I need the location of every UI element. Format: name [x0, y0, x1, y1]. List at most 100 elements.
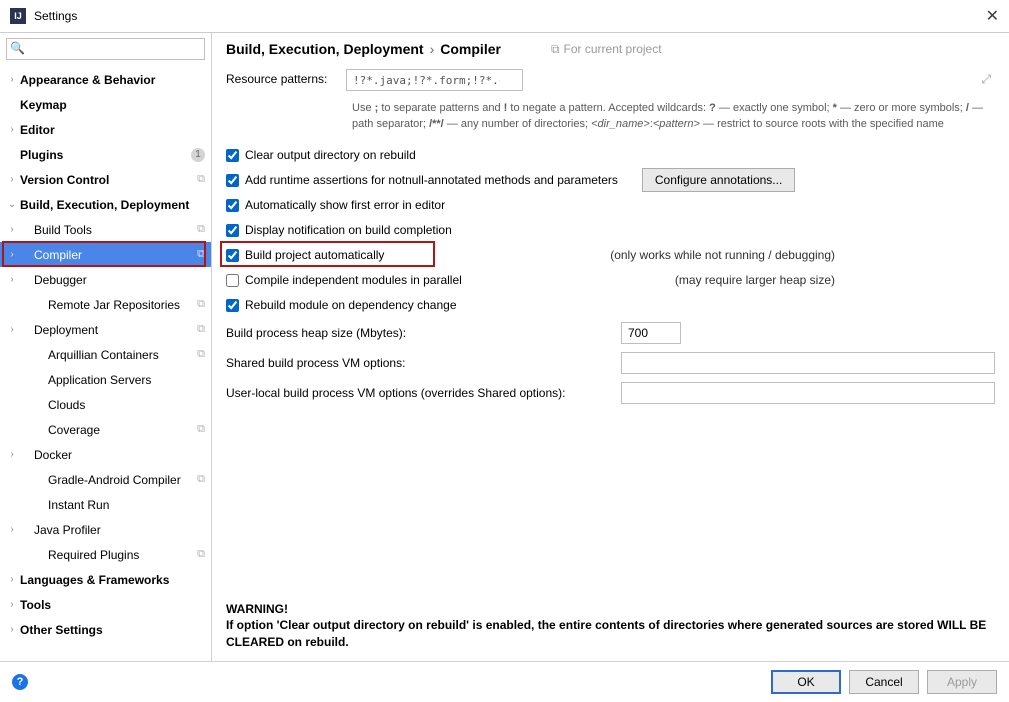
user-vm-input[interactable] [621, 382, 995, 404]
chevron-icon: › [6, 274, 18, 285]
sidebar: 🔍 ›Appearance & BehaviorKeymap›EditorPlu… [0, 33, 212, 661]
sidebar-item-label: Docker [34, 448, 205, 462]
chevron-icon: › [6, 449, 18, 460]
sidebar-item-label: Tools [20, 598, 205, 612]
sidebar-item-label: Compiler [34, 248, 193, 262]
sidebar-item-deployment[interactable]: › Deployment ⧉ [0, 317, 211, 342]
sidebar-item-label: Debugger [34, 273, 205, 287]
configure-annotations-button[interactable]: Configure annotations... [642, 168, 795, 192]
sidebar-item-label: Application Servers [48, 373, 205, 387]
settings-tree[interactable]: ›Appearance & BehaviorKeymap›EditorPlugi… [0, 65, 211, 661]
sidebar-item-version-control[interactable]: ›Version Control ⧉ [0, 167, 211, 192]
add-runtime-assertions-checkbox[interactable] [226, 174, 239, 187]
rebuild-on-dep-change-checkbox[interactable] [226, 299, 239, 312]
main-panel: Build, Execution, Deployment›Compiler ⧉ … [212, 33, 1009, 661]
sidebar-item-instant-run[interactable]: Instant Run [0, 492, 211, 517]
chevron-icon: › [6, 249, 18, 260]
badge: 1 [191, 148, 205, 162]
shared-vm-label: Shared build process VM options: [226, 356, 611, 370]
rebuild-on-dep-change-label: Rebuild module on dependency change [245, 298, 457, 312]
for-current-project: ⧉ For current project [551, 42, 662, 57]
sidebar-item-plugins[interactable]: Plugins1 [0, 142, 211, 167]
sidebar-item-debugger[interactable]: › Debugger [0, 267, 211, 292]
build-automatically-label: Build project automatically [245, 248, 384, 262]
sidebar-item-label: Build, Execution, Deployment [20, 198, 205, 212]
resource-patterns-help: Use ; to separate patterns and ! to nega… [352, 101, 995, 133]
breadcrumb: Build, Execution, Deployment›Compiler [226, 41, 501, 57]
project-scope-icon: ⧉ [197, 323, 205, 336]
resource-patterns-label: Resource patterns: [226, 69, 346, 86]
chevron-icon: › [6, 599, 18, 610]
compile-parallel-label: Compile independent modules in parallel [245, 273, 462, 287]
sidebar-item-label: Languages & Frameworks [20, 573, 205, 587]
display-notification-label: Display notification on build completion [245, 223, 452, 237]
sidebar-item-languages-frameworks[interactable]: ›Languages & Frameworks [0, 567, 211, 592]
titlebar: IJ Settings ✕ [0, 0, 1009, 33]
sidebar-item-label: Remote Jar Repositories [48, 298, 193, 312]
apply-button[interactable]: Apply [927, 670, 997, 694]
build-automatically-checkbox[interactable] [226, 249, 239, 262]
compile-parallel-checkbox[interactable] [226, 274, 239, 287]
shared-vm-input[interactable] [621, 352, 995, 374]
sidebar-item-label: Arquillian Containers [48, 348, 193, 362]
warning-text: WARNING! If option 'Clear output directo… [226, 601, 995, 651]
clear-output-label: Clear output directory on rebuild [245, 148, 416, 162]
build-automatically-note: (only works while not running / debuggin… [610, 248, 995, 262]
chevron-icon: ⌄ [6, 199, 18, 210]
auto-show-error-checkbox[interactable] [226, 199, 239, 212]
chevron-icon: › [6, 174, 18, 185]
close-icon[interactable]: ✕ [986, 6, 999, 26]
sidebar-item-docker[interactable]: › Docker [0, 442, 211, 467]
clear-output-checkbox[interactable] [226, 149, 239, 162]
sidebar-item-label: Keymap [20, 98, 205, 112]
sidebar-item-gradle-android-compiler[interactable]: Gradle-Android Compiler ⧉ [0, 467, 211, 492]
help-icon[interactable]: ? [12, 674, 28, 690]
sidebar-item-compiler[interactable]: ›Compiler⧉ [0, 242, 211, 267]
expand-icon[interactable]: ⤢ [981, 72, 991, 87]
chevron-icon: › [6, 224, 18, 235]
add-runtime-assertions-label: Add runtime assertions for notnull-annot… [245, 173, 618, 187]
project-scope-icon: ⧉ [197, 473, 205, 486]
sidebar-item-label: Gradle-Android Compiler [48, 473, 193, 487]
compile-parallel-note: (may require larger heap size) [675, 273, 995, 287]
sidebar-item-keymap[interactable]: Keymap [0, 92, 211, 117]
sidebar-item-label: Version Control [20, 173, 193, 187]
sidebar-item-label: Other Settings [20, 623, 205, 637]
copy-icon: ⧉ [551, 42, 560, 57]
sidebar-item-arquillian-containers[interactable]: Arquillian Containers ⧉ [0, 342, 211, 367]
sidebar-item-appearance-behavior[interactable]: ›Appearance & Behavior [0, 67, 211, 92]
sidebar-item-editor[interactable]: ›Editor [0, 117, 211, 142]
heap-size-input[interactable] [621, 322, 681, 344]
sidebar-item-tools[interactable]: ›Tools [0, 592, 211, 617]
sidebar-item-build-tools[interactable]: ›Build Tools⧉ [0, 217, 211, 242]
sidebar-item-coverage[interactable]: Coverage⧉ [0, 417, 211, 442]
sidebar-item-remote-jar-repositories[interactable]: Remote Jar Repositories⧉ [0, 292, 211, 317]
cancel-button[interactable]: Cancel [849, 670, 919, 694]
chevron-icon: › [6, 574, 18, 585]
project-scope-icon: ⧉ [197, 173, 205, 186]
project-scope-icon: ⧉ [197, 548, 205, 561]
project-scope-icon: ⧉ [197, 423, 205, 436]
sidebar-item-label: Instant Run [48, 498, 205, 512]
sidebar-item-label: Required Plugins [48, 548, 193, 562]
display-notification-checkbox[interactable] [226, 224, 239, 237]
search-wrap: 🔍 [0, 33, 211, 65]
ok-button[interactable]: OK [771, 670, 841, 694]
search-input[interactable] [6, 38, 205, 60]
resource-patterns-input[interactable] [346, 69, 523, 91]
sidebar-item-clouds[interactable]: Clouds [0, 392, 211, 417]
sidebar-item-label: Plugins [20, 148, 191, 162]
chevron-icon: › [6, 324, 18, 335]
sidebar-item-label: Deployment [34, 323, 193, 337]
sidebar-item-java-profiler[interactable]: ›Java Profiler [0, 517, 211, 542]
sidebar-item-label: Appearance & Behavior [20, 73, 205, 87]
sidebar-item-build-execution-deployment[interactable]: ⌄Build, Execution, Deployment [0, 192, 211, 217]
chevron-icon: › [6, 124, 18, 135]
sidebar-item-other-settings[interactable]: ›Other Settings [0, 617, 211, 642]
chevron-icon: › [6, 74, 18, 85]
project-scope-icon: ⧉ [197, 348, 205, 361]
sidebar-item-required-plugins[interactable]: Required Plugins ⧉ [0, 542, 211, 567]
project-scope-icon: ⧉ [197, 223, 205, 236]
sidebar-item-application-servers[interactable]: Application Servers [0, 367, 211, 392]
heap-size-label: Build process heap size (Mbytes): [226, 326, 611, 340]
